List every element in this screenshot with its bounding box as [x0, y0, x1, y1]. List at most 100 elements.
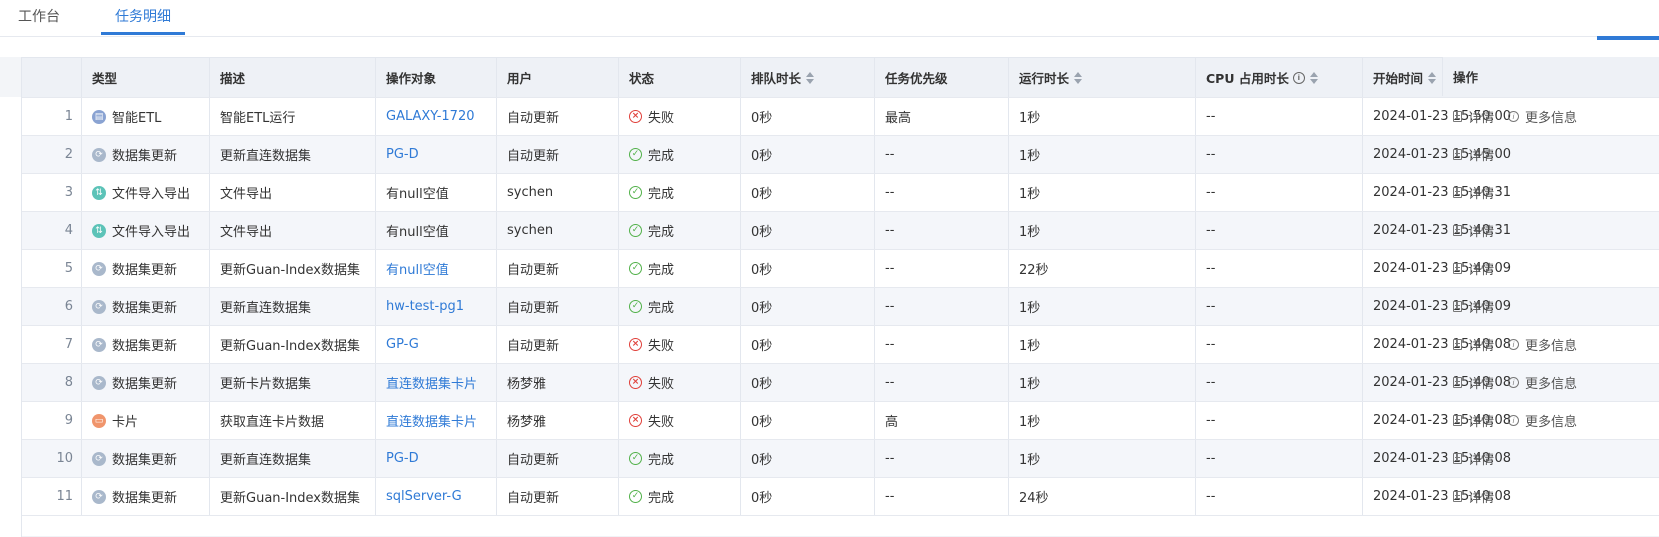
task-type-icon: ⟳: [92, 147, 106, 162]
user-cell: 自动更新: [497, 136, 619, 173]
target-cell: PG-D: [376, 440, 497, 477]
target-link[interactable]: GALAXY-1720: [386, 109, 474, 124]
user-cell: 自动更新: [497, 288, 619, 325]
table-header: 类型 描述 操作对象 用户 状态 排队时长 任务优先级 运行时长 CPU 占用时…: [22, 58, 1659, 98]
success-icon: ✓: [629, 224, 642, 237]
tab-workbench[interactable]: 工作台: [18, 0, 60, 35]
priority-cell: --: [875, 250, 1009, 287]
queue-cell: 0秒: [741, 440, 875, 477]
more-info-button[interactable]: i 更多信息: [1508, 373, 1577, 392]
type-cell: ▭ 卡片: [82, 402, 210, 439]
document-icon: [1453, 111, 1462, 122]
info-icon: i: [1508, 111, 1520, 122]
target-link[interactable]: 直连数据集卡片: [386, 411, 477, 430]
target-link[interactable]: PG-D: [386, 147, 419, 162]
target-cell: GP-G: [376, 326, 497, 363]
target-link[interactable]: hw-test-pg1: [386, 299, 464, 314]
type-cell: ⇅ 文件导入导出: [82, 174, 210, 211]
status-cell: × 失败: [619, 402, 741, 439]
detail-button[interactable]: 详情: [1453, 221, 1494, 240]
sort-icon[interactable]: [1309, 71, 1318, 84]
type-label: 文件导入导出: [112, 187, 191, 202]
cpu-cell: --: [1196, 440, 1363, 477]
detail-button[interactable]: 详情: [1453, 373, 1494, 392]
table-row-partial: [22, 516, 1659, 537]
header-cpu[interactable]: CPU 占用时长 i: [1196, 58, 1363, 97]
table-row: 2 ⟳ 数据集更新 更新直连数据集 PG-D 自动更新 ✓ 完成 0秒 -- 1…: [22, 136, 1659, 174]
task-type-icon: ⇅: [92, 223, 106, 238]
cpu-cell: --: [1196, 288, 1363, 325]
priority-cell: --: [875, 212, 1009, 249]
header-priority: 任务优先级: [875, 58, 1009, 97]
status-cell: × 失败: [619, 364, 741, 401]
target-link[interactable]: GP-G: [386, 337, 419, 352]
detail-button[interactable]: 详情: [1453, 411, 1494, 430]
type-label: 数据集更新: [112, 491, 178, 506]
task-type-icon: ⟳: [92, 489, 106, 504]
header-cpu-label: CPU 占用时长: [1206, 71, 1289, 86]
document-icon: [1453, 377, 1462, 388]
status-cell: ✓ 完成: [619, 136, 741, 173]
run-cell: 1秒: [1009, 440, 1196, 477]
header-queue[interactable]: 排队时长: [741, 58, 875, 97]
more-info-button[interactable]: i 更多信息: [1508, 335, 1577, 354]
more-info-button[interactable]: i 更多信息: [1508, 107, 1577, 126]
run-cell: 22秒: [1009, 250, 1196, 287]
table-row: 4 ⇅ 文件导入导出 文件导出 有null空值 sychen ✓ 完成 0秒 -…: [22, 212, 1659, 250]
queue-cell: 0秒: [741, 98, 875, 135]
detail-button[interactable]: 详情: [1453, 335, 1494, 354]
detail-button[interactable]: 详情: [1453, 487, 1494, 506]
sort-icon[interactable]: [806, 71, 815, 84]
row-index: 6: [22, 288, 82, 325]
queue-cell: 0秒: [741, 478, 875, 515]
scroll-indicator: [1597, 36, 1659, 40]
detail-label: 详情: [1468, 453, 1495, 468]
type-cell: ▤ 智能ETL: [82, 98, 210, 135]
success-icon: ✓: [629, 452, 642, 465]
target-link[interactable]: 直连数据集卡片: [386, 373, 477, 392]
tab-task-detail[interactable]: 任务明细: [101, 0, 185, 35]
cpu-cell: --: [1196, 326, 1363, 363]
user-cell: 杨梦雅: [497, 402, 619, 439]
document-icon: [1453, 263, 1462, 274]
table-row: 9 ▭ 卡片 获取直连卡片数据 直连数据集卡片 杨梦雅 × 失败 0秒 高 1秒…: [22, 402, 1659, 440]
status-label: 失败: [648, 415, 675, 430]
status-label: 失败: [648, 111, 675, 126]
more-info-button[interactable]: i 更多信息: [1508, 411, 1577, 430]
target-link[interactable]: sqlServer-G: [386, 489, 462, 504]
target-link[interactable]: PG-D: [386, 451, 419, 466]
detail-button[interactable]: 详情: [1453, 145, 1494, 164]
target-link[interactable]: 有null空值: [386, 259, 449, 278]
status-label: 完成: [648, 149, 675, 164]
sort-icon[interactable]: [1074, 71, 1083, 84]
target-cell: 有null空值: [376, 174, 497, 211]
target-cell: sqlServer-G: [376, 478, 497, 515]
type-label: 文件导入导出: [112, 225, 191, 240]
detail-button[interactable]: 详情: [1453, 259, 1494, 278]
tab-bar: 工作台 任务明细: [0, 0, 1659, 37]
row-index: 10: [22, 440, 82, 477]
detail-button[interactable]: 详情: [1453, 107, 1494, 126]
type-label: 数据集更新: [112, 339, 178, 354]
detail-label: 详情: [1468, 149, 1495, 164]
run-cell: 1秒: [1009, 212, 1196, 249]
detail-button[interactable]: 详情: [1453, 183, 1494, 202]
header-run[interactable]: 运行时长: [1009, 58, 1196, 97]
info-icon[interactable]: i: [1292, 71, 1305, 84]
cpu-cell: --: [1196, 212, 1363, 249]
task-type-icon: ⟳: [92, 375, 106, 390]
header-type: 类型: [82, 58, 210, 97]
cpu-cell: --: [1196, 364, 1363, 401]
priority-cell: --: [875, 136, 1009, 173]
priority-cell: --: [875, 174, 1009, 211]
document-icon: [1453, 225, 1462, 236]
table-row: 10 ⟳ 数据集更新 更新直连数据集 PG-D 自动更新 ✓ 完成 0秒 -- …: [22, 440, 1659, 478]
detail-button[interactable]: 详情: [1453, 297, 1494, 316]
cpu-cell: --: [1196, 174, 1363, 211]
action-cell: 详情: [1443, 174, 1659, 211]
detail-button[interactable]: 详情: [1453, 449, 1494, 468]
table-row: 5 ⟳ 数据集更新 更新Guan-Index数据集 有null空值 自动更新 ✓…: [22, 250, 1659, 288]
user-cell: 自动更新: [497, 326, 619, 363]
sort-icon[interactable]: [1428, 71, 1437, 84]
detail-label: 详情: [1468, 301, 1495, 316]
